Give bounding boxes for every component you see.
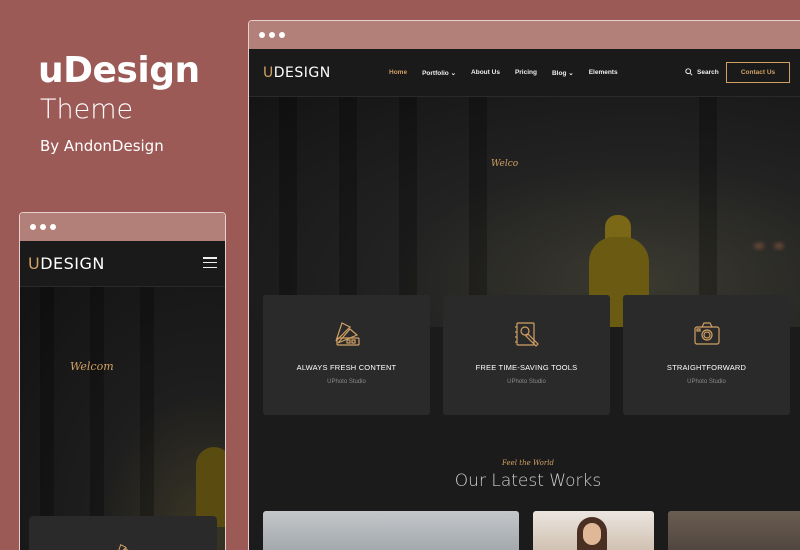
hamburger-menu-icon[interactable] xyxy=(203,257,217,268)
feature-card[interactable]: STRAIGHTFORWARD UPhoto Studio xyxy=(623,295,790,415)
search-button[interactable]: Search xyxy=(685,68,719,76)
notebook-pen-icon xyxy=(514,322,539,347)
color-swatch-icon xyxy=(118,543,129,550)
nav-item-elements[interactable]: Elements xyxy=(589,69,618,77)
logo-letter-u: U xyxy=(263,65,274,81)
mobile-header: UDESIGN xyxy=(20,241,225,287)
desktop-browser-frame: UDESIGN Home Portfolio ⌄ About Us Pricin… xyxy=(248,20,800,550)
promo-byline: By AndonDesign xyxy=(40,137,164,155)
feature-card[interactable] xyxy=(29,516,217,550)
hero-welcome-text: Welcom xyxy=(70,360,114,373)
hero-welcome-text: Welco xyxy=(491,159,519,169)
work-thumbnail[interactable] xyxy=(668,511,800,550)
works-title: Our Latest Works xyxy=(454,471,602,491)
works-tagline: Feel the World xyxy=(502,459,554,467)
person-silhouette xyxy=(196,447,225,527)
nav-item-blog[interactable]: Blog ⌄ xyxy=(552,69,574,77)
main-nav: Home Portfolio ⌄ About Us Pricing Blog ⌄… xyxy=(389,69,618,77)
nav-item-about-us[interactable]: About Us xyxy=(471,69,500,77)
feature-cards: ALWAYS FRESH CONTENT UPhoto Studio FREE … xyxy=(263,295,790,415)
color-swatch-icon xyxy=(334,322,360,346)
search-label: Search xyxy=(697,68,719,76)
window-dot-icon xyxy=(40,224,46,230)
hero-image: Welco xyxy=(249,97,800,327)
mobile-browser-frame: UDESIGN Welcom xyxy=(19,212,226,550)
feature-card-subtitle: UPhoto Studio xyxy=(327,379,366,385)
window-dot-icon xyxy=(269,32,275,38)
feature-card-title: STRAIGHTFORWARD xyxy=(666,363,747,372)
nav-item-pricing[interactable]: Pricing xyxy=(515,69,537,77)
feature-card-title: ALWAYS FRESH CONTENT xyxy=(296,363,397,372)
logo-letter-u: U xyxy=(28,254,41,273)
logo-text: DESIGN xyxy=(273,65,331,81)
site-logo[interactable]: UDESIGN xyxy=(28,254,105,273)
nav-item-portfolio[interactable]: Portfolio ⌄ xyxy=(422,69,456,77)
search-icon xyxy=(685,68,693,76)
work-thumbnail[interactable] xyxy=(263,511,519,550)
promo-subtitle: Theme xyxy=(40,94,134,125)
camera-icon xyxy=(693,322,720,345)
window-dot-icon xyxy=(30,224,36,230)
contact-us-button[interactable]: Contact Us xyxy=(726,62,790,83)
site-header: UDESIGN Home Portfolio ⌄ About Us Pricin… xyxy=(249,49,800,97)
feature-card-title: FREE TIME-SAVING TOOLS xyxy=(475,363,578,372)
feature-card[interactable]: ALWAYS FRESH CONTENT UPhoto Studio xyxy=(263,295,430,415)
logo-text: DESIGN xyxy=(40,254,105,273)
browser-title-bar xyxy=(249,21,800,49)
work-thumbnail[interactable] xyxy=(533,511,654,550)
feature-card-subtitle: UPhoto Studio xyxy=(687,379,726,385)
promo-title: uDesign xyxy=(38,50,200,91)
feature-card-subtitle: UPhoto Studio xyxy=(507,379,546,385)
hero-image: Welcom xyxy=(20,287,225,550)
site-logo[interactable]: UDESIGN xyxy=(263,65,331,81)
window-dot-icon xyxy=(50,224,56,230)
window-dot-icon xyxy=(279,32,285,38)
browser-title-bar xyxy=(20,213,225,241)
feature-card[interactable]: FREE TIME-SAVING TOOLS UPhoto Studio xyxy=(443,295,610,415)
window-dot-icon xyxy=(259,32,265,38)
nav-item-home[interactable]: Home xyxy=(389,69,407,77)
